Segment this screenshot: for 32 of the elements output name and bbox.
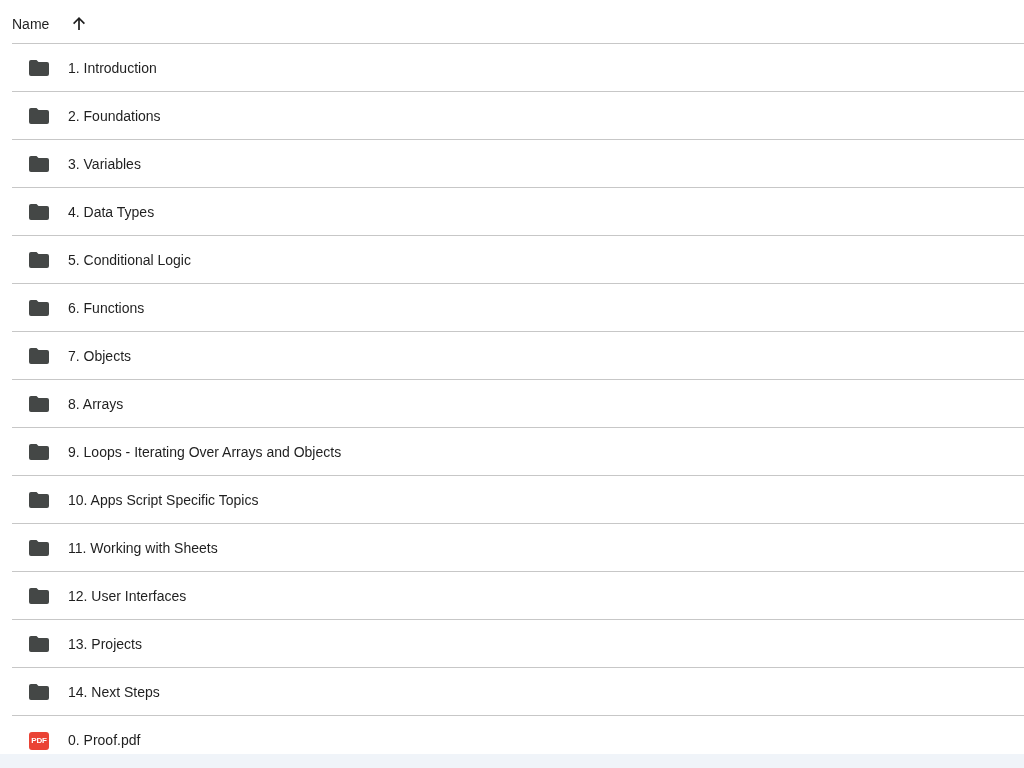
folder-icon xyxy=(29,60,49,76)
file-name[interactable]: 2. Foundations xyxy=(68,106,161,125)
folder-icon xyxy=(29,396,49,412)
folder-icon xyxy=(29,108,49,124)
file-name[interactable]: 10. Apps Script Specific Topics xyxy=(68,490,259,509)
name-column-header[interactable]: Name xyxy=(12,14,50,33)
folder-icon xyxy=(29,156,49,172)
file-name[interactable]: 5. Conditional Logic xyxy=(68,250,191,269)
folder-icon xyxy=(29,444,49,460)
folder-icon xyxy=(29,300,49,316)
arrow-up-icon[interactable] xyxy=(72,16,87,30)
file-name[interactable]: 0. Proof.pdf xyxy=(68,731,141,749)
folder-icon xyxy=(29,492,49,508)
file-name[interactable]: 4. Data Types xyxy=(68,202,155,221)
file-name[interactable]: 11. Working with Sheets xyxy=(68,538,218,557)
file-name[interactable]: 3. Variables xyxy=(68,154,141,173)
file-name[interactable]: 7. Objects xyxy=(68,346,132,365)
file-name[interactable]: 14. Next Steps xyxy=(68,682,160,701)
folder-icon xyxy=(29,540,49,556)
folder-icon xyxy=(29,204,49,220)
pdf-icon: PDF xyxy=(29,731,49,750)
file-name[interactable]: 12. User Interfaces xyxy=(68,586,187,605)
folder-icon xyxy=(29,636,49,652)
file-name[interactable]: 8. Arrays xyxy=(68,394,124,413)
file-name[interactable]: 1. Introduction xyxy=(68,58,157,77)
file-name[interactable]: 13. Projects xyxy=(68,634,142,653)
file-name[interactable]: 6. Functions xyxy=(68,298,145,317)
folder-icon xyxy=(29,252,49,268)
folder-icon xyxy=(29,588,49,604)
folder-icon xyxy=(29,348,49,364)
folder-icon xyxy=(29,684,49,700)
file-name[interactable]: 9. Loops - Iterating Over Arrays and Objects xyxy=(68,442,342,461)
